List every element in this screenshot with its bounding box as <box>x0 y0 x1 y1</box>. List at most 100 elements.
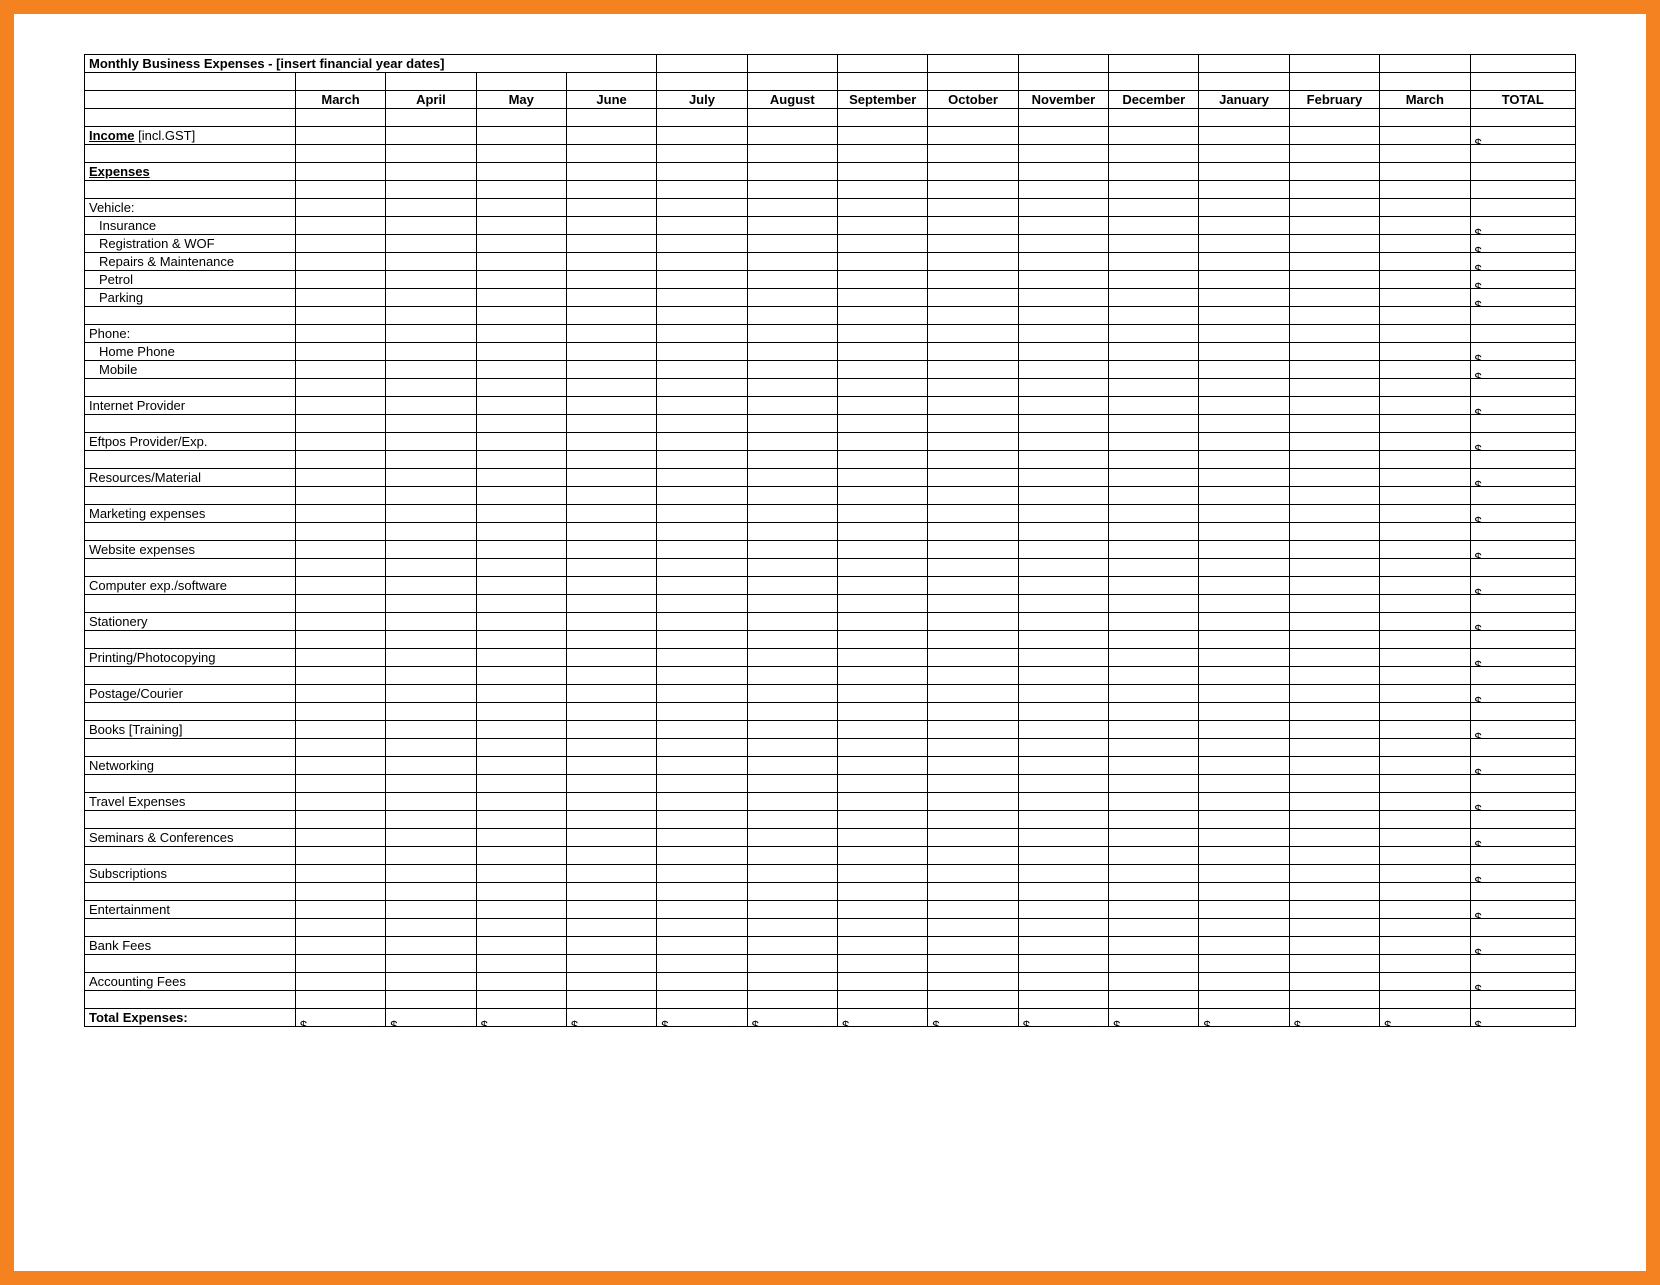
data-cell[interactable] <box>928 757 1018 775</box>
data-cell[interactable] <box>295 721 385 739</box>
row-total-cell[interactable]: $- <box>1470 541 1575 559</box>
month-total-cell[interactable]: $- <box>1109 1009 1199 1027</box>
total-cell[interactable] <box>1470 307 1575 325</box>
data-cell[interactable] <box>1289 919 1379 937</box>
data-cell[interactable] <box>566 703 656 721</box>
data-cell[interactable] <box>657 811 747 829</box>
data-cell[interactable] <box>657 631 747 649</box>
data-cell[interactable] <box>386 307 476 325</box>
data-cell[interactable] <box>295 991 385 1009</box>
data-cell[interactable] <box>476 523 566 541</box>
total-cell[interactable] <box>1470 991 1575 1009</box>
data-cell[interactable] <box>1199 325 1289 343</box>
data-cell[interactable] <box>1289 811 1379 829</box>
data-cell[interactable] <box>747 469 837 487</box>
data-cell[interactable] <box>386 901 476 919</box>
data-cell[interactable] <box>1289 505 1379 523</box>
data-cell[interactable] <box>476 613 566 631</box>
data-cell[interactable] <box>476 559 566 577</box>
data-cell[interactable] <box>838 703 928 721</box>
data-cell[interactable] <box>1289 559 1379 577</box>
data-cell[interactable] <box>928 685 1018 703</box>
data-cell[interactable] <box>747 127 837 145</box>
data-cell[interactable] <box>1199 919 1289 937</box>
data-cell[interactable] <box>1199 109 1289 127</box>
row-total-cell[interactable]: $- <box>1470 577 1575 595</box>
data-cell[interactable] <box>1018 559 1108 577</box>
data-cell[interactable] <box>1109 469 1199 487</box>
row-total-cell[interactable]: $- <box>1470 505 1575 523</box>
data-cell[interactable] <box>1199 235 1289 253</box>
data-cell[interactable] <box>1109 811 1199 829</box>
data-cell[interactable] <box>657 901 747 919</box>
data-cell[interactable] <box>566 973 656 991</box>
data-cell[interactable] <box>476 739 566 757</box>
data-cell[interactable] <box>838 685 928 703</box>
row-total-cell[interactable]: $- <box>1470 649 1575 667</box>
data-cell[interactable] <box>1018 523 1108 541</box>
data-cell[interactable] <box>1199 847 1289 865</box>
total-cell[interactable] <box>1470 775 1575 793</box>
row-total-cell[interactable]: $- <box>1470 235 1575 253</box>
data-cell[interactable] <box>1380 379 1470 397</box>
data-cell[interactable] <box>566 379 656 397</box>
data-cell[interactable] <box>747 919 837 937</box>
row-total-cell[interactable]: $- <box>1470 361 1575 379</box>
data-cell[interactable] <box>838 469 928 487</box>
data-cell[interactable] <box>928 325 1018 343</box>
data-cell[interactable] <box>566 217 656 235</box>
data-cell[interactable] <box>476 721 566 739</box>
data-cell[interactable] <box>928 343 1018 361</box>
data-cell[interactable] <box>838 109 928 127</box>
data-cell[interactable] <box>1018 811 1108 829</box>
data-cell[interactable] <box>1289 883 1379 901</box>
data-cell[interactable] <box>476 289 566 307</box>
data-cell[interactable] <box>1109 865 1199 883</box>
data-cell[interactable] <box>386 721 476 739</box>
data-cell[interactable] <box>747 703 837 721</box>
data-cell[interactable] <box>1289 199 1379 217</box>
data-cell[interactable] <box>1018 379 1108 397</box>
data-cell[interactable] <box>838 145 928 163</box>
data-cell[interactable] <box>1109 109 1199 127</box>
data-cell[interactable] <box>476 217 566 235</box>
data-cell[interactable] <box>476 865 566 883</box>
total-cell[interactable] <box>1470 523 1575 541</box>
data-cell[interactable] <box>1018 127 1108 145</box>
data-cell[interactable] <box>928 289 1018 307</box>
data-cell[interactable] <box>1109 199 1199 217</box>
data-cell[interactable] <box>928 793 1018 811</box>
data-cell[interactable] <box>838 667 928 685</box>
data-cell[interactable] <box>657 595 747 613</box>
data-cell[interactable] <box>657 307 747 325</box>
data-cell[interactable] <box>1199 703 1289 721</box>
data-cell[interactable] <box>476 595 566 613</box>
data-cell[interactable] <box>1289 973 1379 991</box>
data-cell[interactable] <box>1380 847 1470 865</box>
data-cell[interactable] <box>657 181 747 199</box>
data-cell[interactable] <box>928 109 1018 127</box>
data-cell[interactable] <box>838 793 928 811</box>
data-cell[interactable] <box>1380 793 1470 811</box>
data-cell[interactable] <box>928 451 1018 469</box>
data-cell[interactable] <box>1199 757 1289 775</box>
data-cell[interactable] <box>1199 973 1289 991</box>
data-cell[interactable] <box>295 847 385 865</box>
total-cell[interactable] <box>1470 847 1575 865</box>
month-total-cell[interactable]: $- <box>295 1009 385 1027</box>
data-cell[interactable] <box>928 775 1018 793</box>
data-cell[interactable] <box>295 541 385 559</box>
data-cell[interactable] <box>1289 721 1379 739</box>
data-cell[interactable] <box>476 955 566 973</box>
data-cell[interactable] <box>747 505 837 523</box>
total-cell[interactable] <box>1470 919 1575 937</box>
data-cell[interactable] <box>657 775 747 793</box>
data-cell[interactable] <box>928 361 1018 379</box>
data-cell[interactable] <box>747 793 837 811</box>
data-cell[interactable] <box>1199 649 1289 667</box>
data-cell[interactable] <box>657 577 747 595</box>
data-cell[interactable] <box>295 199 385 217</box>
data-cell[interactable] <box>928 235 1018 253</box>
data-cell[interactable] <box>838 919 928 937</box>
data-cell[interactable] <box>657 559 747 577</box>
